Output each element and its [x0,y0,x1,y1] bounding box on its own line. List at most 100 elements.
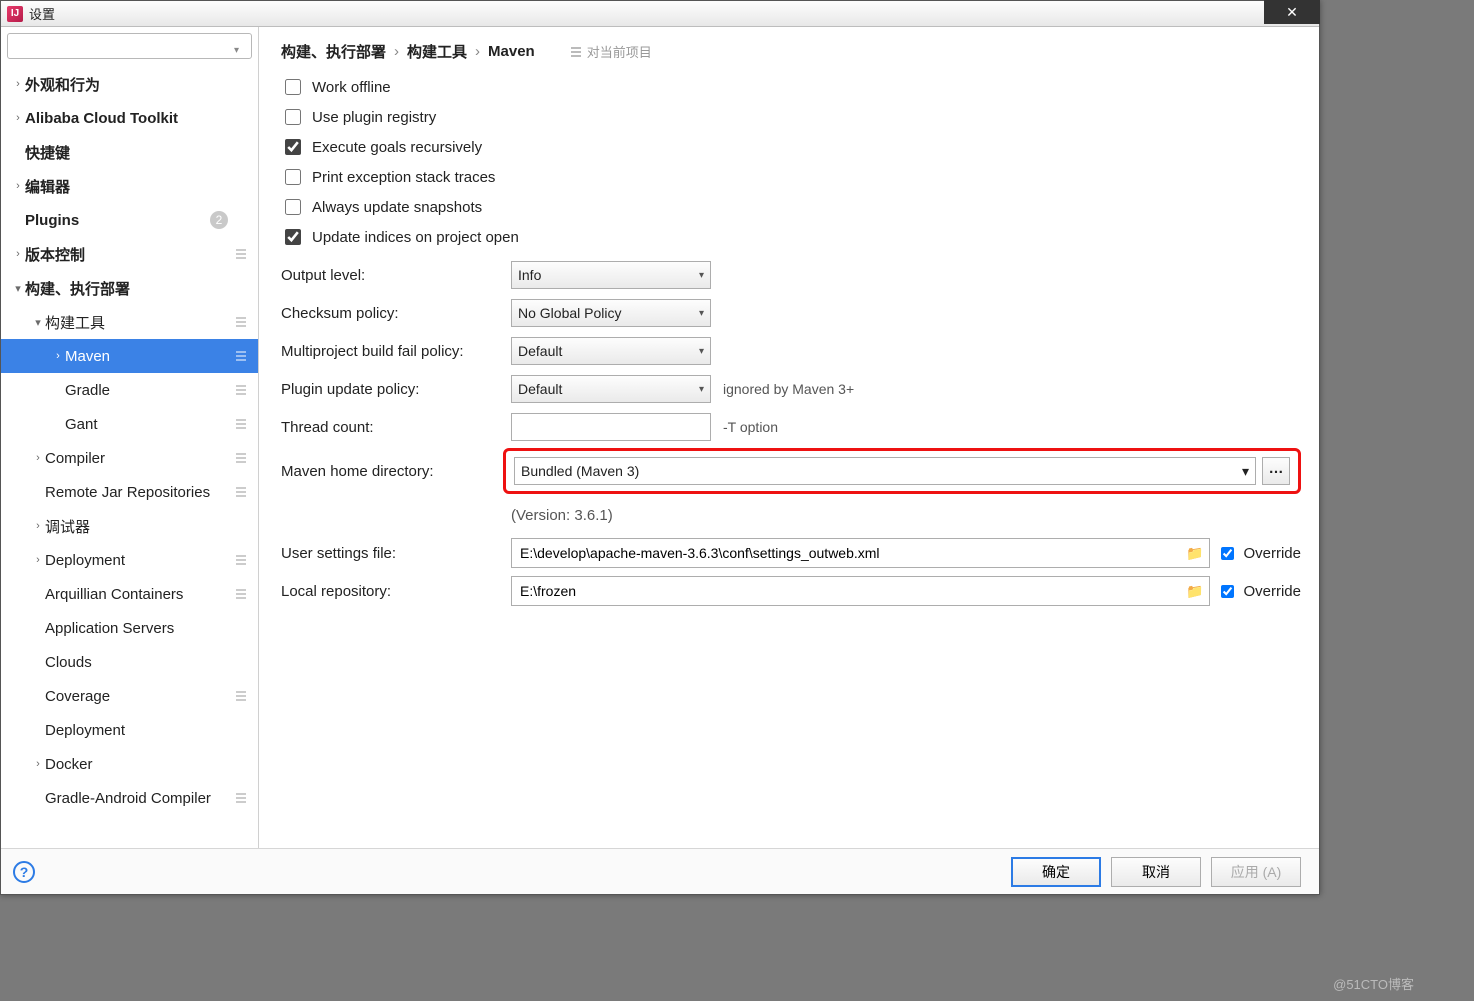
tree-item[interactable]: ›编辑器 [1,169,258,203]
window-title: 设置 [29,4,55,23]
tree-item-label: Remote Jar Repositories [45,484,234,501]
print-exception-stack-traces-checkbox[interactable]: Print exception stack traces [281,166,1301,188]
tree-item[interactable]: ›调试器 [1,509,258,543]
tree-item-label: Gradle [65,382,234,399]
tree-item-label: Compiler [45,450,234,467]
maven-home-browse-button[interactable]: … [1262,457,1290,485]
settings-search-input[interactable] [7,33,252,59]
local-repository-label: Local repository: [281,583,511,600]
tree-item[interactable]: Arquillian Containers [1,577,258,611]
settings-window: IJ 设置 ✕ 🔍 ▾ ›外观和行为›Alibaba Cloud Toolkit… [0,0,1320,895]
output-level-label: Output level: [281,267,511,284]
tree-item[interactable]: ›外观和行为 [1,67,258,101]
always-update-snapshots-checkbox[interactable]: Always update snapshots [281,196,1301,218]
use-plugin-registry-checkbox[interactable]: Use plugin registry [281,106,1301,128]
tree-item[interactable]: ▾构建工具 [1,305,258,339]
maven-home-highlight: Bundled (Maven 3)▾ … [503,448,1301,494]
output-level-select[interactable]: Info▾ [511,261,711,289]
scope-icon [234,417,248,431]
scope-icon [234,383,248,397]
tree-item-label: Coverage [45,688,234,705]
settings-content: 构建、执行部署 › 构建工具 › Maven 对当前项目 Work offlin… [259,27,1319,848]
tree-item[interactable]: ›Maven [1,339,258,373]
chevron-down-icon: ▾ [699,308,704,319]
close-icon: ✕ [1286,4,1298,21]
user-settings-input[interactable] [511,538,1210,568]
tree-item[interactable]: ›Docker [1,747,258,781]
help-button[interactable]: ? [13,861,35,883]
update-badge: 2 [210,211,228,229]
tree-item-label: Arquillian Containers [45,586,234,603]
tree-item[interactable]: Application Servers [1,611,258,645]
checksum-policy-label: Checksum policy: [281,305,511,322]
ok-button[interactable]: 确定 [1011,857,1101,887]
tree-item[interactable]: ›Alibaba Cloud Toolkit [1,101,258,135]
tree-item[interactable]: Gradle [1,373,258,407]
tree-item-label: Deployment [45,722,234,739]
tree-item[interactable]: Coverage [1,679,258,713]
tree-item-label: Gant [65,416,234,433]
scope-icon [234,247,248,261]
work-offline-checkbox[interactable]: Work offline [281,76,1301,98]
breadcrumb: 构建、执行部署 › 构建工具 › Maven 对当前项目 [281,41,1301,62]
expand-arrow-icon: › [51,350,65,362]
breadcrumb-part: Maven [488,43,535,60]
update-indices-checkbox[interactable]: Update indices on project open [281,226,1301,248]
thread-count-label: Thread count: [281,419,511,436]
tree-item[interactable]: Gradle-Android Compiler [1,781,258,815]
maven-home-select[interactable]: Bundled (Maven 3)▾ [514,457,1256,485]
scope-icon [234,451,248,465]
tree-item[interactable]: ›版本控制 [1,237,258,271]
tree-item-label: Alibaba Cloud Toolkit [25,110,234,127]
apply-button[interactable]: 应用 (A) [1211,857,1301,887]
tree-item[interactable]: 快捷键 [1,135,258,169]
local-repository-override-checkbox[interactable]: Override [1217,582,1301,601]
cancel-button[interactable]: 取消 [1111,857,1201,887]
local-repository-input[interactable] [511,576,1210,606]
tree-item-label: 快捷键 [25,142,234,163]
close-button[interactable]: ✕ [1264,0,1320,24]
app-icon: IJ [7,6,23,22]
thread-count-hint: -T option [723,419,778,435]
expand-arrow-icon: › [11,78,25,90]
maven-home-version: (Version: 3.6.1) [511,507,613,524]
tree-item-label: Deployment [45,552,234,569]
scope-icon [234,349,248,363]
tree-item-label: 版本控制 [25,244,234,265]
tree-item[interactable]: Gant [1,407,258,441]
plugin-update-policy-select[interactable]: Default▾ [511,375,711,403]
tree-item-label: 构建工具 [45,312,234,333]
checksum-policy-select[interactable]: No Global Policy▾ [511,299,711,327]
settings-sidebar: 🔍 ▾ ›外观和行为›Alibaba Cloud Toolkit快捷键›编辑器P… [1,27,259,848]
expand-arrow-icon: › [31,758,45,770]
tree-item[interactable]: ▾构建、执行部署 [1,271,258,305]
settings-tree[interactable]: ›外观和行为›Alibaba Cloud Toolkit快捷键›编辑器Plugi… [1,65,258,848]
chevron-down-icon[interactable]: ▾ [234,45,239,56]
user-settings-override-checkbox[interactable]: Override [1217,544,1301,563]
tree-item[interactable]: Deployment [1,713,258,747]
scope-icon [234,485,248,499]
scope-icon [234,791,248,805]
tree-item-label: 编辑器 [25,176,234,197]
checkboxes: Work offline Use plugin registry Execute… [281,76,1301,248]
breadcrumb-part[interactable]: 构建、执行部署 [281,41,386,62]
execute-goals-recursively-checkbox[interactable]: Execute goals recursively [281,136,1301,158]
scope-icon [234,689,248,703]
tree-item[interactable]: Remote Jar Repositories [1,475,258,509]
tree-item-label: Plugins [25,212,210,229]
expand-arrow-icon: › [11,248,25,260]
tree-item[interactable]: ›Compiler [1,441,258,475]
dialog-footer: ? 确定 取消 应用 (A) [1,848,1319,894]
scope-icon [569,45,583,59]
chevron-down-icon: ▾ [699,384,704,395]
multiproject-fail-policy-select[interactable]: Default▾ [511,337,711,365]
expand-arrow-icon: › [11,112,25,124]
current-project-hint: 对当前项目 [569,42,652,61]
thread-count-input[interactable] [511,413,711,441]
tree-item[interactable]: Plugins2 [1,203,258,237]
user-settings-label: User settings file: [281,545,511,562]
tree-item[interactable]: ›Deployment [1,543,258,577]
breadcrumb-part[interactable]: 构建工具 [407,41,467,62]
expand-arrow-icon: › [31,452,45,464]
tree-item[interactable]: Clouds [1,645,258,679]
